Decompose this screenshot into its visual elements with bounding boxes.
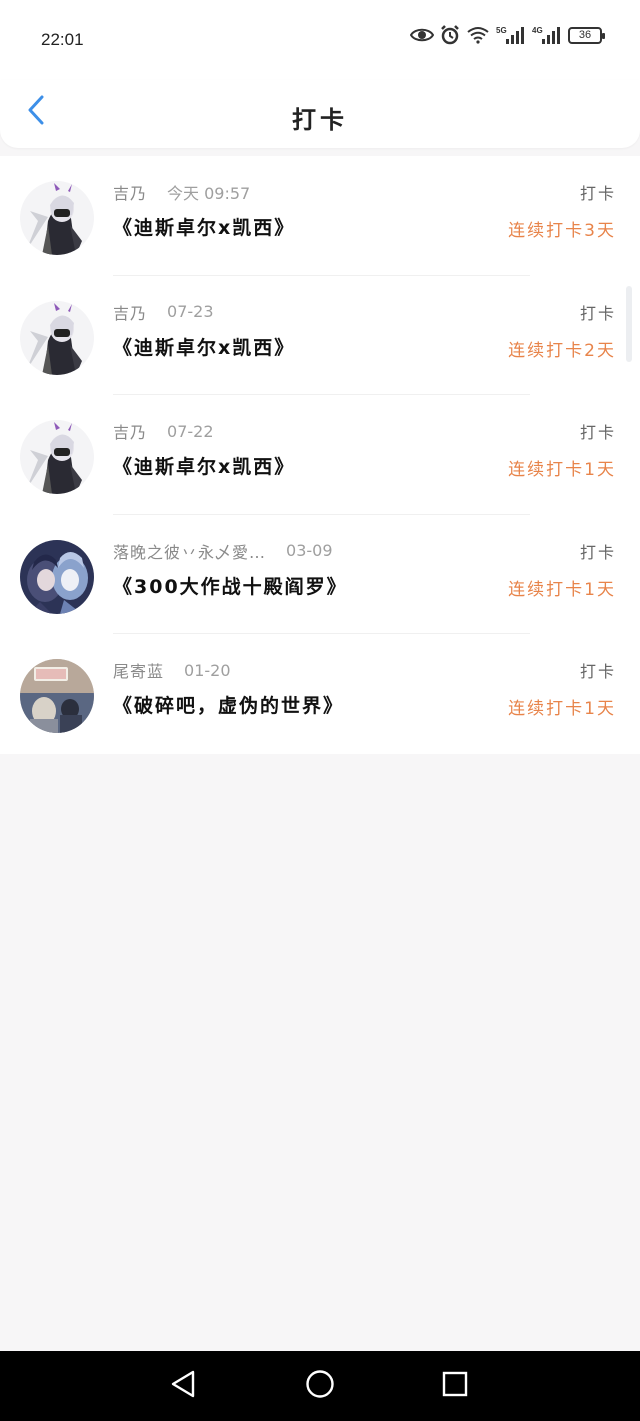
battery-level: 36 — [578, 29, 592, 41]
status-icons: 5G 4G 36 — [410, 25, 605, 45]
scrollbar[interactable] — [626, 286, 632, 362]
avatar[interactable] — [20, 181, 94, 255]
nav-recents-icon — [441, 1370, 469, 1402]
nav-recents-button[interactable] — [437, 1368, 473, 1404]
status-time: 22:01 — [41, 30, 84, 49]
user-name[interactable]: 吉乃 — [113, 419, 147, 443]
checkin-meta: 尾寄蓝 01-20 — [113, 658, 231, 682]
avatar[interactable] — [20, 659, 94, 733]
checkin-action-label: 打卡 — [579, 184, 616, 203]
status-bar: 22:01 5G 4G 36 — [0, 0, 640, 80]
checkin-action-label: 打卡 — [579, 303, 616, 323]
signal-4g-icon: 4G — [532, 25, 562, 45]
checkin-meta: 吉乃 07-22 — [113, 419, 214, 443]
eye-icon — [410, 26, 434, 44]
work-title[interactable]: 《迪斯卓尔x凯西》 — [113, 452, 295, 479]
battery-icon: 36 — [568, 26, 605, 44]
streak-label: 连续打卡1天 — [508, 460, 616, 480]
work-title[interactable]: 《迪斯卓尔x凯西》 — [113, 213, 295, 240]
avatar[interactable] — [20, 300, 94, 375]
checkin-row[interactable]: 吉乃 今天 09:57 《迪斯卓尔x凯西》 打卡 连续打卡3天 — [0, 156, 640, 276]
streak-label: 连续打卡3天 — [508, 221, 616, 241]
streak-label: 连续打卡1天 — [508, 699, 616, 719]
alarm-icon — [440, 25, 460, 45]
checkin-row[interactable]: 尾寄蓝 01-20 《破碎吧，虚伪的世界》 打卡 连续打卡1天 — [0, 634, 640, 754]
work-title[interactable]: 《迪斯卓尔x凯西》 — [113, 333, 295, 360]
page-header: 打卡 — [0, 80, 640, 148]
checkin-meta: 落晚之彼丷永乄愛… 03-09 — [113, 539, 333, 563]
page-title: 打卡 — [292, 106, 348, 134]
streak-label: 连续打卡1天 — [508, 579, 616, 600]
checkin-row[interactable]: 吉乃 07-22 《迪斯卓尔x凯西》 打卡 连续打卡1天 — [0, 395, 640, 515]
user-name[interactable]: 落晚之彼丷永乄愛… — [113, 539, 266, 563]
checkin-action-label: 打卡 — [579, 423, 616, 442]
checkin-time: 07-22 — [167, 421, 214, 441]
user-name[interactable]: 吉乃 — [113, 300, 147, 324]
avatar[interactable] — [20, 420, 94, 494]
nav-home-button[interactable] — [302, 1368, 338, 1404]
avatar[interactable] — [20, 539, 94, 614]
checkin-action-label: 打卡 — [579, 542, 616, 562]
checkin-row[interactable]: 落晚之彼丷永乄愛… 03-09 《300大作战十殿阎罗》 打卡 连续打卡1天 — [0, 515, 640, 634]
nav-back-icon — [169, 1369, 197, 1403]
streak-label: 连续打卡2天 — [508, 340, 616, 361]
nav-home-icon — [305, 1369, 335, 1403]
checkin-time: 07-23 — [167, 302, 214, 321]
svg-text:4G: 4G — [532, 26, 543, 35]
signal-5g-icon: 5G — [496, 25, 526, 45]
system-nav-bar — [0, 1351, 640, 1421]
svg-text:5G: 5G — [496, 26, 507, 35]
checkin-time: 01-20 — [184, 660, 231, 680]
checkin-action-label: 打卡 — [579, 662, 616, 681]
user-name[interactable]: 尾寄蓝 — [113, 658, 164, 682]
checkin-time: 今天 09:57 — [167, 184, 251, 203]
wifi-icon — [466, 26, 490, 44]
work-title[interactable]: 《破碎吧，虚伪的世界》 — [113, 691, 344, 718]
checkin-meta: 吉乃 07-23 — [113, 300, 214, 324]
checkin-list: 吉乃 今天 09:57 《迪斯卓尔x凯西》 打卡 连续打卡3天 吉乃 07-23 — [0, 156, 640, 754]
checkin-meta: 吉乃 今天 09:57 — [113, 180, 250, 204]
checkin-time: 03-09 — [286, 541, 333, 560]
nav-back-button[interactable] — [165, 1368, 201, 1404]
work-title[interactable]: 《300大作战十殿阎罗》 — [113, 572, 348, 599]
user-name[interactable]: 吉乃 — [113, 180, 147, 204]
checkin-row[interactable]: 吉乃 07-23 《迪斯卓尔x凯西》 打卡 连续打卡2天 — [0, 276, 640, 395]
